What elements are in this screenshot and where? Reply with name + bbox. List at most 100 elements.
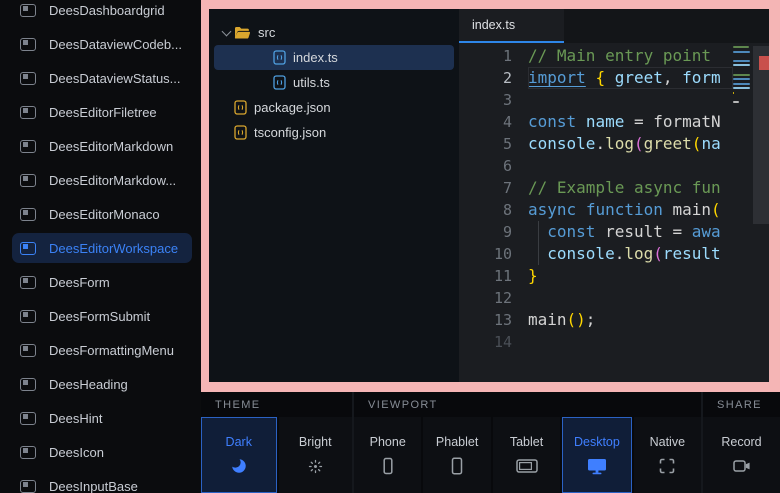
file-tree-row-utils-ts[interactable]: utils.ts (214, 70, 454, 95)
tile-label: Tablet (510, 435, 543, 449)
record-button[interactable]: Record (703, 417, 780, 493)
component-workbench: DeesDashboardgridDeesDataviewCodeb...Dee… (0, 0, 780, 493)
environment-toolbar: THEME DarkBright VIEWPORT PhonePhabletTa… (201, 392, 780, 493)
sidebar-item-deeseditorworkspace[interactable]: DeesEditorWorkspace (0, 231, 201, 265)
line-text: } (528, 265, 733, 287)
sidebar-item-deesformattingmenu[interactable]: DeesFormattingMenu (0, 333, 201, 367)
sidebar-item-deeshint[interactable]: DeesHint (0, 401, 201, 435)
code-area[interactable]: 1// Main entry point2import { greet, for… (459, 43, 769, 382)
tile-label: Bright (299, 435, 332, 449)
code-line-13[interactable]: 13main(); (459, 309, 769, 331)
sidebar-item-deesdashboardgrid[interactable]: DeesDashboardgrid (0, 0, 201, 27)
moon-icon (230, 457, 248, 475)
code-line-2[interactable]: 2import { greet, form (459, 67, 769, 89)
phablet-button[interactable]: Phablet (423, 417, 490, 493)
theme-tiles: Dark Bright (201, 417, 352, 493)
line-number: 7 (459, 177, 528, 199)
json-file-icon (234, 125, 247, 140)
desktop-button[interactable]: Desktop (562, 417, 631, 493)
phone-icon (380, 457, 396, 475)
line-number: 11 (459, 265, 528, 287)
share-section: SHARE Record (701, 392, 780, 493)
sidebar-item-deesdataviewcodeb[interactable]: DeesDataviewCodeb... (0, 27, 201, 61)
viewport-tiles: Phone Phablet Tablet Desktop Native (354, 417, 701, 493)
folder-open-icon (234, 26, 251, 40)
share-tiles: Record (703, 417, 780, 493)
editor-tab-index-ts[interactable]: index.ts (459, 9, 564, 43)
code-line-8[interactable]: 8async function main( (459, 199, 769, 221)
sidebar-item-deesdataviewstatus[interactable]: DeesDataviewStatus... (0, 61, 201, 95)
sidebar-item-deeseditormarkdow[interactable]: DeesEditorMarkdow... (0, 163, 201, 197)
line-number: 5 (459, 133, 528, 155)
code-line-6[interactable]: 6 (459, 155, 769, 177)
indent-guide (538, 243, 539, 265)
code-line-9[interactable]: 9 const result = awa (459, 221, 769, 243)
viewport-section: VIEWPORT PhonePhabletTabletDesktopNative (352, 392, 701, 493)
tile-label: Desktop (574, 435, 620, 449)
line-text: console.log(greet(na (528, 133, 733, 155)
component-icon (20, 140, 36, 153)
dark-button[interactable]: Dark (201, 417, 277, 493)
code-line-14[interactable]: 14 (459, 331, 769, 353)
sidebar-item-deeseditormonaco[interactable]: DeesEditorMonaco (0, 197, 201, 231)
line-text (528, 155, 733, 177)
code-line-4[interactable]: 4const name = formatN (459, 111, 769, 133)
editor-scrollbar[interactable] (753, 43, 769, 382)
component-list: DeesDashboardgridDeesDataviewCodeb...Dee… (0, 0, 201, 493)
minimap[interactable] (733, 46, 751, 110)
sidebar-item-label: DeesEditorFiletree (49, 105, 157, 120)
sidebar-item-deesformsubmit[interactable]: DeesFormSubmit (0, 299, 201, 333)
phablet-icon (449, 457, 465, 475)
sidebar-item-deesheading[interactable]: DeesHeading (0, 367, 201, 401)
sidebar-item-deesicon[interactable]: DeesIcon (0, 435, 201, 469)
sidebar-item-label: DeesHint (49, 411, 102, 426)
component-icon (20, 72, 36, 85)
file-name: src (258, 25, 275, 40)
file-name: package.json (254, 100, 331, 115)
phone-button[interactable]: Phone (354, 417, 421, 493)
tile-label: Dark (226, 435, 252, 449)
code-line-11[interactable]: 11} (459, 265, 769, 287)
scrollbar-thumb[interactable] (753, 46, 769, 224)
editor-tab-label: index.ts (472, 18, 515, 32)
record-icon (733, 457, 751, 475)
sidebar-item-deesinputbase[interactable]: DeesInputBase (0, 469, 201, 493)
sidebar-item-deesform[interactable]: DeesForm (0, 265, 201, 299)
component-icon (20, 208, 36, 221)
tile-label: Phablet (436, 435, 478, 449)
chevron-down-icon[interactable] (218, 31, 234, 35)
code-line-12[interactable]: 12 (459, 287, 769, 309)
file-tree-row-tsconfig-json[interactable]: tsconfig.json (214, 120, 454, 145)
theme-section: THEME DarkBright (201, 392, 352, 493)
code-lines: 1// Main entry point2import { greet, for… (459, 45, 769, 353)
component-sidebar: DeesDashboardgridDeesDataviewCodeb...Dee… (0, 0, 201, 493)
native-button[interactable]: Native (634, 417, 701, 493)
bright-button[interactable]: Bright (279, 417, 353, 493)
line-text (528, 287, 733, 309)
overview-ruler-marker (759, 56, 769, 70)
line-number: 12 (459, 287, 528, 309)
sidebar-item-deeseditorfiletree[interactable]: DeesEditorFiletree (0, 95, 201, 129)
file-tree-row-index-ts[interactable]: index.ts (214, 45, 454, 70)
code-line-3[interactable]: 3 (459, 89, 769, 111)
line-text: // Main entry point (528, 45, 733, 67)
tablet-icon (516, 457, 538, 475)
code-line-10[interactable]: 10 console.log(result (459, 243, 769, 265)
tablet-button[interactable]: Tablet (493, 417, 560, 493)
sidebar-item-label: DeesEditorMarkdow... (49, 173, 176, 188)
line-text: async function main( (528, 199, 733, 221)
file-tree-row-package-json[interactable]: package.json (214, 95, 454, 120)
sidebar-item-deeseditormarkdown[interactable]: DeesEditorMarkdown (0, 129, 201, 163)
component-icon (20, 4, 36, 17)
file-name: tsconfig.json (254, 125, 326, 140)
file-tree-row-src[interactable]: src (214, 20, 454, 45)
ts-file-icon (273, 75, 286, 90)
line-number: 4 (459, 111, 528, 133)
code-line-5[interactable]: 5console.log(greet(na (459, 133, 769, 155)
code-line-7[interactable]: 7// Example async fun (459, 177, 769, 199)
line-number: 9 (459, 221, 528, 243)
code-line-1[interactable]: 1// Main entry point (459, 45, 769, 67)
component-icon (20, 276, 36, 289)
sidebar-item-label: DeesFormattingMenu (49, 343, 174, 358)
line-text (528, 331, 733, 353)
